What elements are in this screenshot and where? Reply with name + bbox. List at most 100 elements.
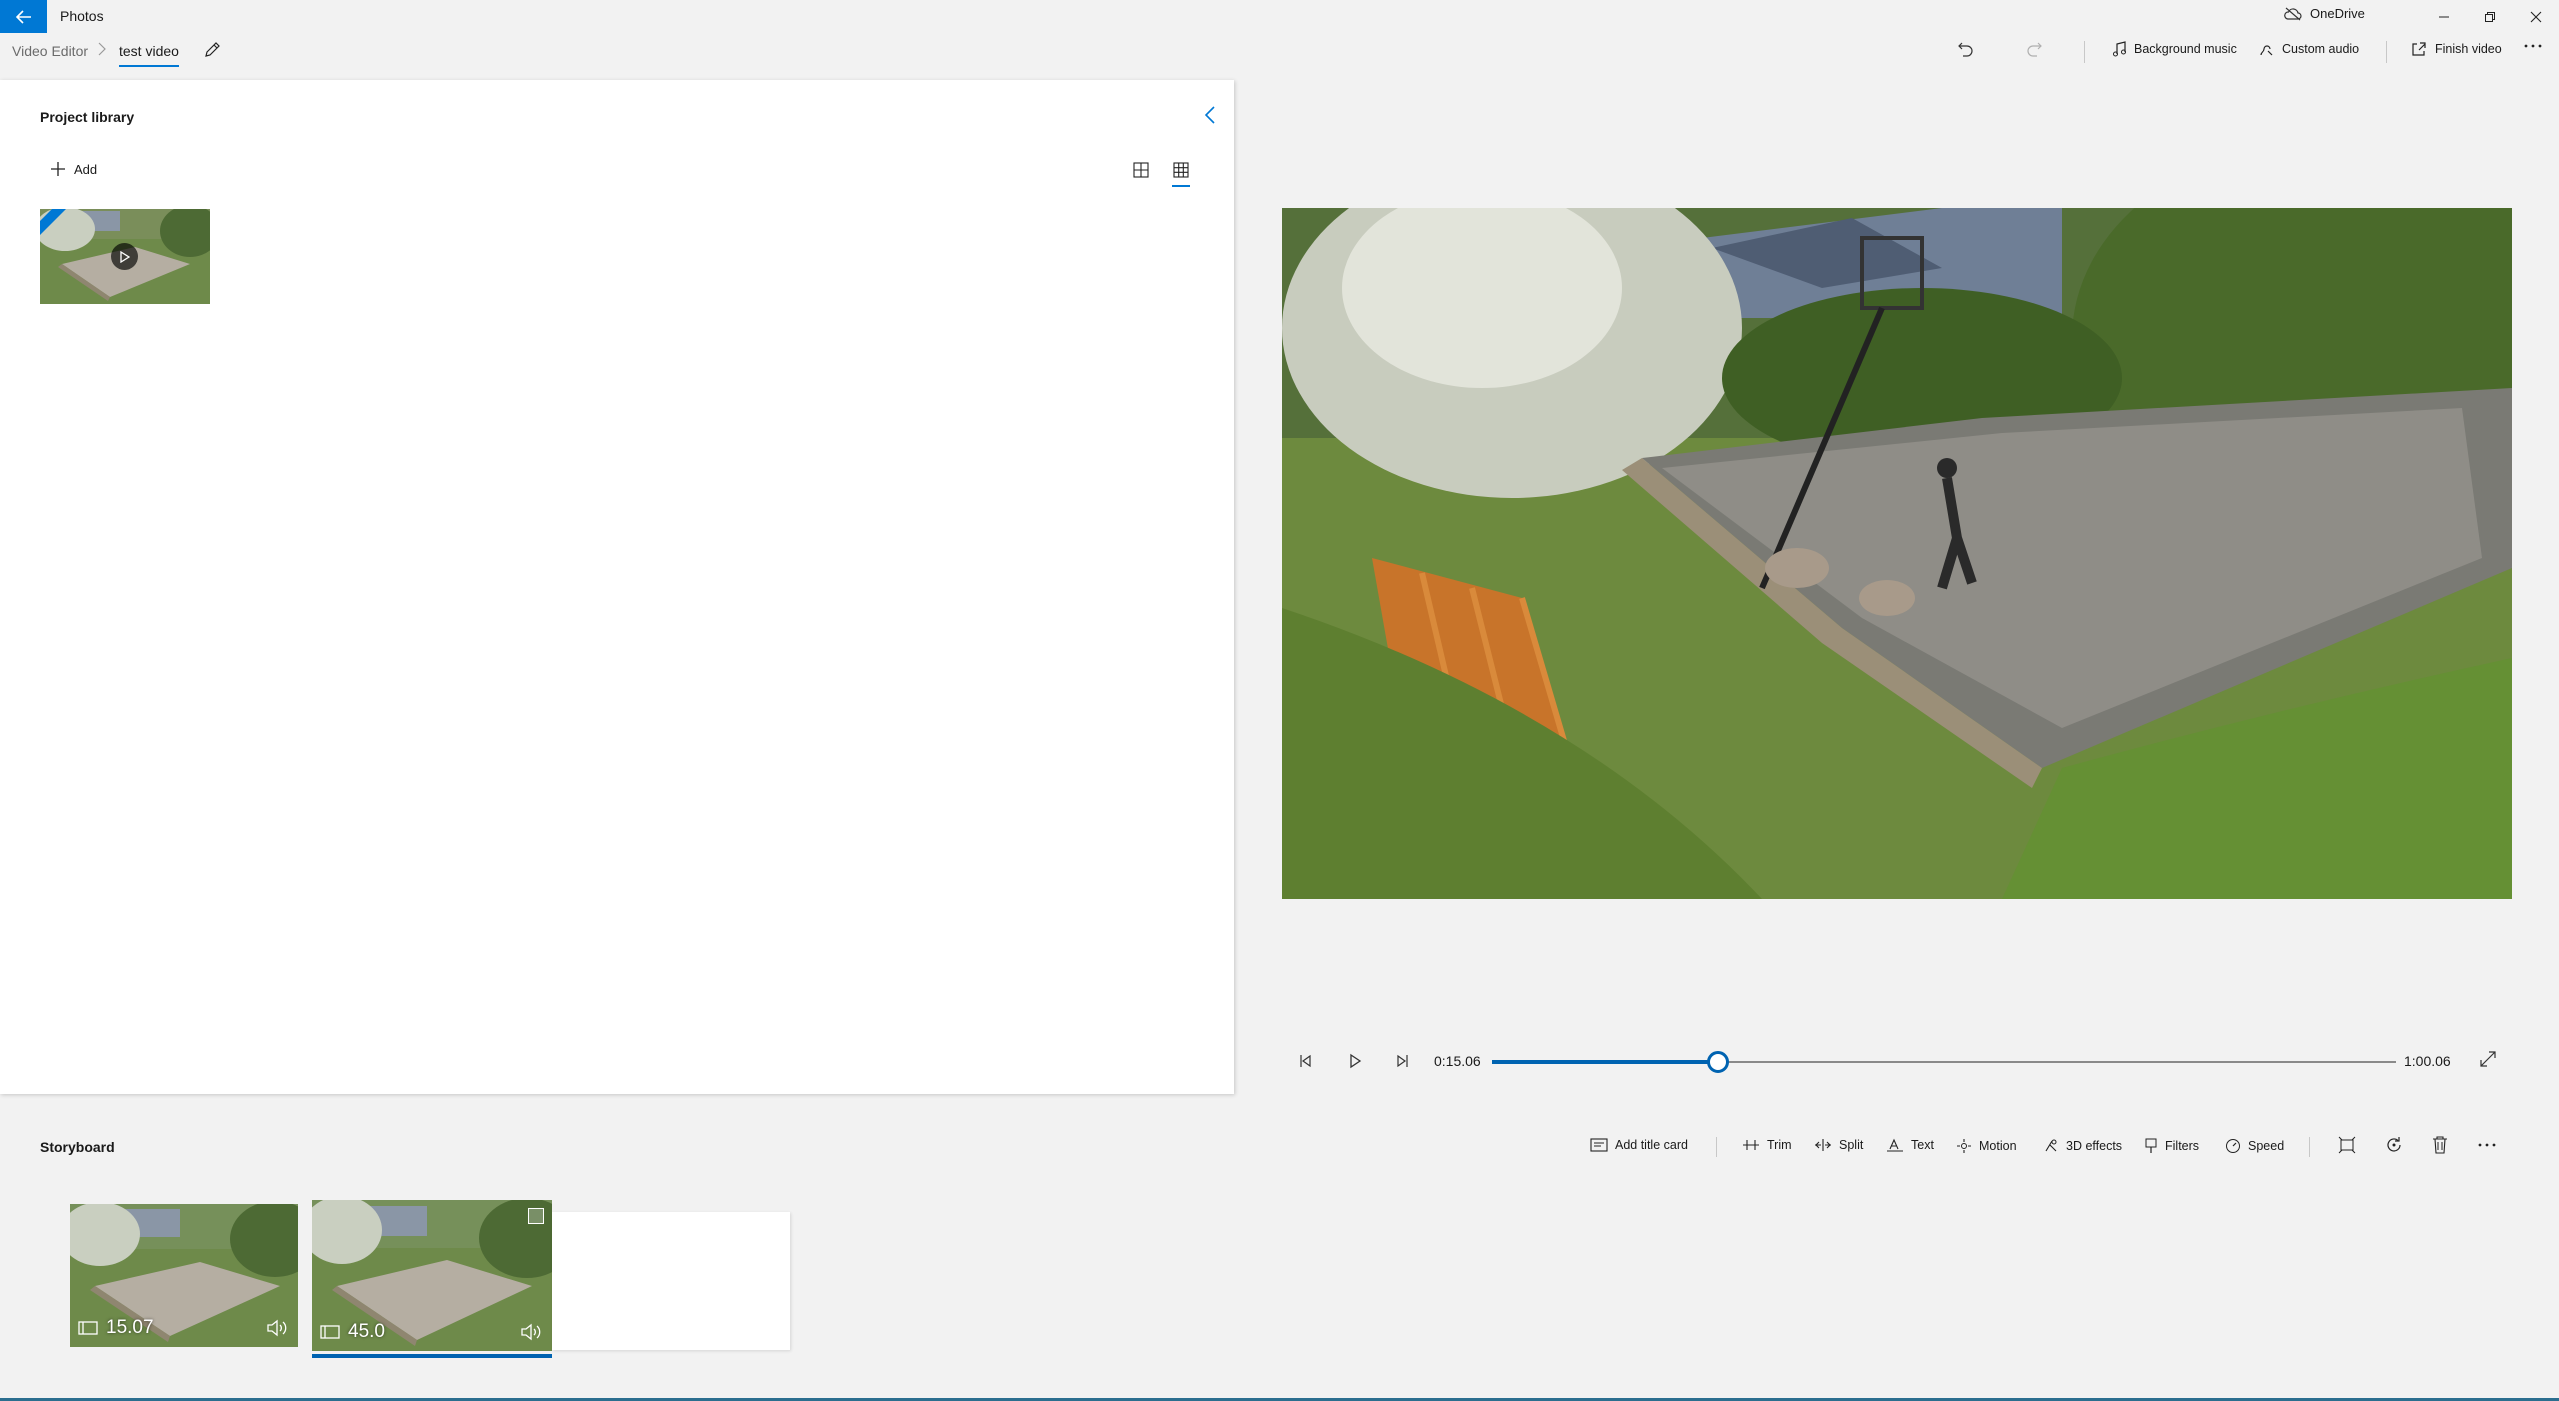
minimize-button[interactable] xyxy=(2421,0,2467,33)
clip-duration: 15.07 xyxy=(106,1317,154,1338)
storyboard-clip-2[interactable]: 45.0 xyxy=(312,1200,552,1351)
seek-bar-thumb[interactable] xyxy=(1707,1051,1729,1073)
add-title-card-label: Add title card xyxy=(1615,1138,1688,1152)
storyboard-divider xyxy=(1716,1137,1717,1157)
split-button[interactable]: Split xyxy=(1814,1138,1863,1152)
large-thumbnail-view-button[interactable] xyxy=(1132,161,1150,179)
breadcrumb-project-name[interactable]: test video xyxy=(119,43,179,67)
text-label: Text xyxy=(1911,1138,1934,1152)
storyboard-more-button[interactable] xyxy=(2478,1142,2496,1148)
fullscreen-button[interactable] xyxy=(2479,1050,2497,1068)
redo-button[interactable] xyxy=(2025,40,2043,58)
selected-corner-icon xyxy=(40,209,66,235)
video-icon xyxy=(78,1321,98,1335)
add-media-button[interactable]: Add xyxy=(50,161,97,177)
rename-button[interactable] xyxy=(203,41,221,59)
background-music-button[interactable]: Background music xyxy=(2112,41,2237,57)
storyboard-title: Storyboard xyxy=(40,1139,115,1155)
3d-effects-button[interactable]: 3D effects xyxy=(2043,1138,2122,1154)
trim-icon xyxy=(1743,1140,1759,1150)
motion-icon xyxy=(1957,1139,1971,1153)
speed-button[interactable]: Speed xyxy=(2225,1138,2284,1154)
app-title: Photos xyxy=(60,8,104,24)
motion-button[interactable]: Motion xyxy=(1956,1138,2017,1154)
undo-icon xyxy=(1958,42,1973,57)
close-button[interactable] xyxy=(2513,0,2559,33)
filters-button[interactable]: Filters xyxy=(2144,1138,2199,1154)
play-icon xyxy=(119,250,130,263)
text-button[interactable]: Text xyxy=(1886,1138,1934,1152)
clip-select-checkbox[interactable] xyxy=(528,1208,544,1224)
trim-button[interactable]: Trim xyxy=(1742,1138,1792,1152)
finish-video-label: Finish video xyxy=(2435,42,2502,56)
clip-duration: 45.0 xyxy=(348,1321,385,1342)
cloud-off-icon xyxy=(2284,7,2302,20)
rotate-icon xyxy=(2387,1137,2401,1152)
more-dots-icon xyxy=(2524,44,2542,48)
pencil-icon xyxy=(205,42,220,57)
play-overlay xyxy=(111,243,138,270)
previous-frame-button[interactable] xyxy=(1297,1051,1313,1071)
volume-icon[interactable] xyxy=(520,1323,542,1341)
video-icon xyxy=(320,1325,340,1339)
redo-icon xyxy=(2027,42,2042,57)
video-preview[interactable] xyxy=(1282,208,2512,899)
play-button[interactable] xyxy=(1347,1051,1363,1071)
chevron-right-icon xyxy=(98,42,106,56)
custom-audio-icon xyxy=(2260,45,2273,56)
project-library-title: Project library xyxy=(40,109,135,125)
split-icon xyxy=(1815,1139,1831,1151)
small-thumbnail-view-button[interactable] xyxy=(1172,161,1190,187)
collapse-library-button[interactable] xyxy=(1204,105,1216,125)
storyboard-empty-slot[interactable] xyxy=(552,1212,790,1350)
volume-icon[interactable] xyxy=(266,1319,288,1337)
restore-icon xyxy=(2485,11,2495,22)
next-frame-button[interactable] xyxy=(1395,1051,1411,1071)
next-frame-icon xyxy=(1397,1054,1408,1068)
close-icon xyxy=(2530,11,2542,22)
plus-icon xyxy=(51,162,65,176)
seek-bar-progress xyxy=(1492,1060,1718,1064)
restore-button[interactable] xyxy=(2467,0,2513,33)
back-arrow-icon xyxy=(15,9,31,24)
library-video-thumbnail[interactable] xyxy=(40,209,210,304)
more-options-button[interactable] xyxy=(2524,43,2542,49)
total-time: 1:00.06 xyxy=(2404,1053,2451,1069)
storyboard-divider xyxy=(2309,1137,2310,1157)
motion-label: Motion xyxy=(1979,1139,2017,1153)
grid-large-icon xyxy=(1133,162,1149,178)
resize-button[interactable] xyxy=(2338,1136,2356,1154)
current-time: 0:15.06 xyxy=(1434,1053,1481,1069)
more-dots-icon xyxy=(2478,1143,2496,1147)
grid-small-icon xyxy=(1173,162,1189,178)
onedrive-label: OneDrive xyxy=(2310,6,2365,21)
share-export-icon xyxy=(2412,42,2426,56)
add-title-card-button[interactable]: Add title card xyxy=(1590,1138,1688,1152)
clip-duration-badge: 45.0 xyxy=(320,1321,385,1343)
delete-button[interactable] xyxy=(2432,1136,2448,1154)
breadcrumb-separator xyxy=(98,42,106,56)
3d-effects-label: 3D effects xyxy=(2066,1139,2123,1153)
minimize-icon xyxy=(2439,16,2449,17)
toolbar-divider xyxy=(2084,41,2085,63)
selected-clip-indicator xyxy=(312,1354,552,1358)
finish-video-button[interactable]: Finish video xyxy=(2411,41,2502,57)
rotate-button[interactable] xyxy=(2385,1136,2403,1154)
storyboard-clip-1[interactable]: 15.07 xyxy=(70,1204,298,1347)
filters-label: Filters xyxy=(2165,1139,2200,1153)
3d-effects-icon xyxy=(2045,1139,2057,1152)
trim-label: Trim xyxy=(1767,1138,1792,1152)
speed-label: Speed xyxy=(2248,1139,2285,1153)
text-icon xyxy=(1887,1138,1903,1152)
music-note-icon xyxy=(2113,41,2126,57)
custom-audio-button[interactable]: Custom audio xyxy=(2258,41,2359,57)
split-label: Split xyxy=(1839,1138,1864,1152)
chevron-left-icon xyxy=(1204,106,1215,124)
clip-duration-badge: 15.07 xyxy=(78,1317,154,1339)
undo-button[interactable] xyxy=(1957,40,1975,58)
breadcrumb-video-editor[interactable]: Video Editor xyxy=(12,43,88,59)
onedrive-button[interactable]: OneDrive xyxy=(2284,6,2365,21)
resize-icon xyxy=(2338,1136,2356,1154)
back-button[interactable] xyxy=(0,0,47,33)
custom-audio-label: Custom audio xyxy=(2282,42,2360,56)
